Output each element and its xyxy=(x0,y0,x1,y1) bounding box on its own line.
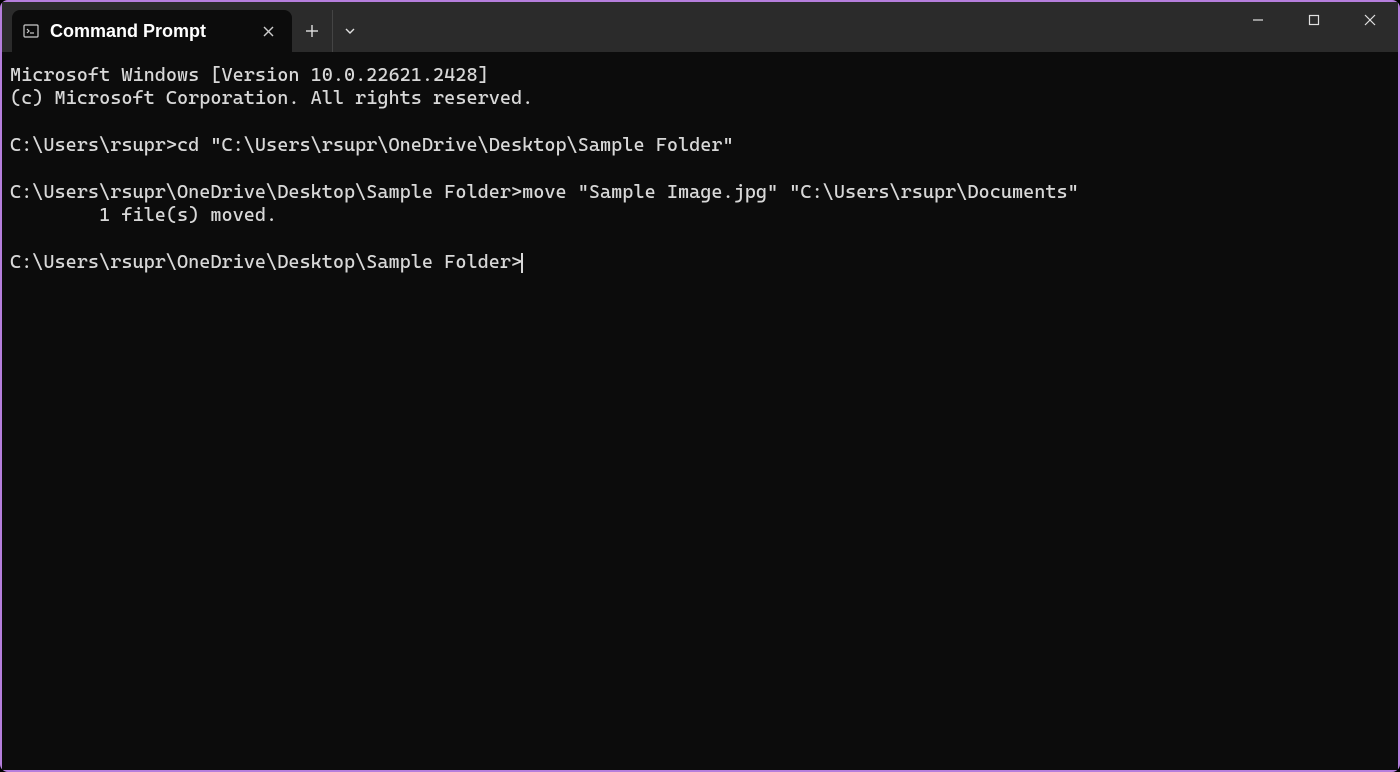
tab-command-prompt[interactable]: Command Prompt xyxy=(12,10,292,52)
chevron-down-icon xyxy=(344,27,356,35)
minimize-icon xyxy=(1252,14,1264,26)
maximize-icon xyxy=(1308,14,1320,26)
tab-dropdown-button[interactable] xyxy=(332,10,366,52)
terminal-line: Microsoft Windows [Version 10.0.22621.24… xyxy=(10,64,489,86)
tab-title: Command Prompt xyxy=(50,21,246,42)
terminal-line: C:\Users\rsupr\OneDrive\Desktop\Sample F… xyxy=(10,181,1079,203)
titlebar: Command Prompt xyxy=(2,2,1398,52)
close-tab-button[interactable] xyxy=(256,19,280,43)
close-icon xyxy=(1364,14,1376,26)
terminal-icon xyxy=(22,22,40,40)
close-icon xyxy=(263,26,274,37)
tab-region: Command Prompt xyxy=(2,2,366,52)
close-window-button[interactable] xyxy=(1342,2,1398,38)
terminal-line: 1 file(s) moved. xyxy=(10,204,277,226)
terminal-line: (c) Microsoft Corporation. All rights re… xyxy=(10,87,533,109)
new-tab-button[interactable] xyxy=(292,10,332,52)
plus-icon xyxy=(305,24,319,38)
window-controls xyxy=(1230,2,1398,42)
terminal-body[interactable]: Microsoft Windows [Version 10.0.22621.24… xyxy=(2,52,1398,770)
text-cursor xyxy=(521,253,523,273)
minimize-button[interactable] xyxy=(1230,2,1286,38)
terminal-line: C:\Users\rsupr\OneDrive\Desktop\Sample F… xyxy=(10,251,522,273)
terminal-line: C:\Users\rsupr>cd "C:\Users\rsupr\OneDri… xyxy=(10,134,734,156)
maximize-button[interactable] xyxy=(1286,2,1342,38)
